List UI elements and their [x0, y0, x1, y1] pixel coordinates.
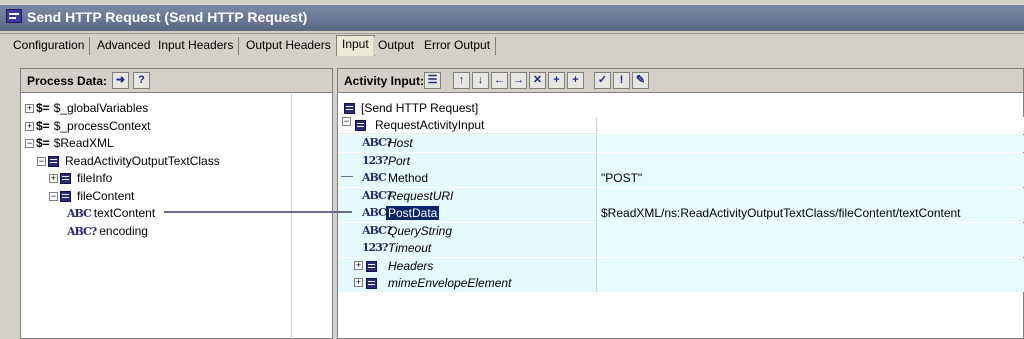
- input-row-request-uri[interactable]: ABC? RequestURI: [338, 188, 1024, 205]
- tab-advanced[interactable]: Advanced: [92, 37, 157, 55]
- tree-item-process-context[interactable]: + $= $_processContext: [25, 118, 150, 135]
- tree-item-encoding[interactable]: ABC? encoding: [67, 223, 148, 240]
- tab-input-headers[interactable]: Input Headers: [153, 37, 240, 55]
- collapse-icon[interactable]: −: [37, 157, 46, 167]
- optional-integer-type-icon: 123?: [362, 241, 388, 254]
- tree-item-global-variables[interactable]: + $= $_globalVariables: [25, 100, 148, 117]
- activity-icon: [6, 9, 22, 23]
- move-down-icon[interactable]: ↓: [472, 72, 489, 89]
- tab-output-headers[interactable]: Output Headers: [241, 37, 337, 55]
- tree-item-read-activity-output[interactable]: − ReadActivityOutputTextClass: [37, 153, 220, 170]
- delete-icon[interactable]: ✕: [529, 72, 546, 89]
- variable-icon: $=: [36, 119, 50, 133]
- element-icon: [355, 120, 366, 131]
- tab-bar: Configuration Advanced Input Headers Out…: [0, 34, 1024, 56]
- string-type-icon: ABC: [362, 171, 387, 184]
- add-icon[interactable]: +: [548, 72, 565, 89]
- error-icon[interactable]: !: [613, 72, 630, 89]
- left-gutter: [0, 56, 20, 339]
- tree-item-textcontent[interactable]: ABC textContent: [67, 205, 155, 222]
- collapse-icon[interactable]: −: [25, 139, 34, 149]
- postdata-xpath: $ReadXML/ns:ReadActivityOutputTextClass/…: [601, 206, 961, 220]
- process-data-label: Process Data:: [27, 74, 108, 88]
- tab-error-output[interactable]: Error Output: [419, 37, 497, 55]
- help-icon[interactable]: ?: [133, 72, 150, 89]
- input-row-method[interactable]: ABC Method "POST": [338, 170, 1024, 187]
- move-right-icon[interactable]: →: [510, 72, 527, 89]
- input-row-timeout[interactable]: 123? Timeout: [338, 240, 1024, 257]
- optional-string-type-icon: ABC?: [362, 224, 392, 237]
- collapse-icon[interactable]: −: [49, 192, 58, 202]
- map-arrow-icon[interactable]: ➜: [112, 72, 129, 89]
- edit-icon[interactable]: ✎: [632, 72, 649, 89]
- method-marker: [341, 176, 353, 177]
- input-row-mime-envelope[interactable]: + mimeEnvelopeElement: [338, 275, 1024, 292]
- panel-gap: [0, 56, 1024, 68]
- expand-icon[interactable]: +: [354, 278, 363, 287]
- activity-root[interactable]: [Send HTTP Request]: [344, 100, 478, 117]
- activity-input-label: Activity Input:: [344, 74, 424, 88]
- tree-item-filecontent[interactable]: − fileContent: [49, 188, 134, 205]
- input-row-postdata[interactable]: ABC PostData $ReadXML/ns:ReadActivityOut…: [338, 205, 1024, 222]
- activity-input-panel: Activity Input: ☰ ↑ ↓ ← → ✕ + + ✓ ! ✎ [S…: [337, 68, 1024, 339]
- variable-icon: $=: [36, 136, 50, 150]
- expand-icon[interactable]: +: [354, 261, 363, 270]
- add-child-icon[interactable]: +: [567, 72, 584, 89]
- mapping-connector-line: [164, 211, 352, 213]
- show-functions-icon[interactable]: ☰: [424, 72, 441, 89]
- element-icon: [60, 173, 71, 185]
- tab-configuration[interactable]: Configuration: [8, 37, 91, 55]
- element-icon: [60, 191, 71, 203]
- expand-icon[interactable]: +: [25, 122, 34, 132]
- tree-item-fileinfo[interactable]: + fileInfo: [49, 170, 112, 187]
- element-icon: [366, 278, 377, 289]
- process-data-header: Process Data: ➜ ?: [21, 69, 332, 93]
- window-title: Send HTTP Request (Send HTTP Request): [27, 9, 308, 25]
- activity-input-header: Activity Input: ☰ ↑ ↓ ← → ✕ + + ✓ ! ✎: [338, 69, 1023, 93]
- app-window: Send HTTP Request (Send HTTP Request) Co…: [0, 0, 1024, 339]
- string-type-icon: ABC: [362, 206, 387, 219]
- tree-item-readxml[interactable]: − $= $ReadXML: [25, 135, 114, 152]
- optional-string-type-icon: ABC?: [67, 225, 97, 238]
- move-left-icon[interactable]: ←: [491, 72, 508, 89]
- string-type-icon: ABC: [67, 207, 92, 220]
- input-row-host[interactable]: ABC? Host: [338, 135, 1024, 152]
- variable-icon: $=: [36, 101, 50, 115]
- element-icon: [366, 261, 377, 272]
- element-icon: [48, 156, 59, 168]
- expand-icon[interactable]: +: [25, 104, 34, 114]
- activity-icon: [344, 103, 355, 115]
- optional-integer-type-icon: 123?: [362, 154, 388, 167]
- input-row-request-activity[interactable]: − RequestActivityInput: [338, 117, 1024, 134]
- move-up-icon[interactable]: ↑: [453, 72, 470, 89]
- collapse-icon[interactable]: −: [342, 117, 351, 126]
- optional-string-type-icon: ABC?: [362, 189, 392, 202]
- column-divider: [291, 94, 292, 339]
- title-bar: Send HTTP Request (Send HTTP Request): [0, 0, 1024, 34]
- validate-icon[interactable]: ✓: [594, 72, 611, 89]
- input-row-port[interactable]: 123? Port: [338, 153, 1024, 170]
- tab-output[interactable]: Output: [373, 37, 421, 55]
- input-row-headers[interactable]: + Headers: [338, 258, 1024, 275]
- process-data-panel: Process Data: ➜ ? + $= $_globalVariables +…: [20, 68, 333, 339]
- expand-icon[interactable]: +: [49, 174, 58, 184]
- tab-input[interactable]: Input: [336, 35, 375, 56]
- input-row-querystring[interactable]: ABC? QueryString: [338, 223, 1024, 240]
- optional-string-type-icon: ABC?: [362, 136, 392, 149]
